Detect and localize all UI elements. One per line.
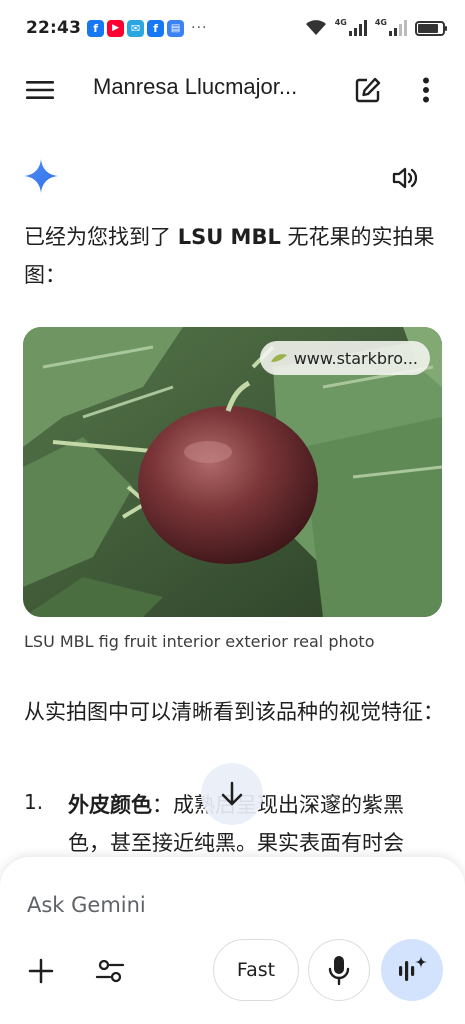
- system-icons: 4G 4G: [305, 17, 447, 36]
- image-source-label: www.starkbro...: [293, 348, 418, 368]
- plus-icon: [28, 958, 54, 984]
- more-vert-icon: [423, 77, 429, 103]
- youtube-icon: ▶: [107, 19, 125, 37]
- wifi-icon: [305, 20, 326, 35]
- app-bar: Manresa Llucmajor...: [0, 58, 465, 120]
- new-chat-button[interactable]: [350, 72, 386, 108]
- facebook-icon: f: [87, 19, 105, 37]
- status-bar: 22:43 f ▶ ✉ f ▤ ··· 4G 4G: [0, 0, 465, 56]
- intro-bold: LSU MBL: [177, 225, 281, 249]
- menu-button[interactable]: [22, 72, 58, 108]
- read-aloud-button[interactable]: [386, 158, 426, 198]
- arrow-down-icon: [221, 781, 243, 806]
- image-caption: LSU MBL fig fruit interior exterior real…: [24, 632, 375, 651]
- more-notifications-icon: ···: [191, 20, 208, 36]
- network-type-label: 4G: [374, 17, 387, 27]
- gemini-live-button[interactable]: [381, 939, 443, 1001]
- intro-text: 已经为您找到了: [24, 225, 171, 249]
- prompt-input-panel: Fast: [0, 857, 465, 1024]
- conversation-title[interactable]: Manresa Llucmajor...: [93, 74, 297, 100]
- live-waveform-icon: [399, 956, 427, 981]
- network-type-label: 4G: [334, 17, 347, 27]
- notification-icons: f ▶ ✉ f ▤ ···: [87, 19, 208, 37]
- clipboard-icon: ▤: [167, 19, 185, 37]
- mail-icon: ✉: [127, 19, 145, 37]
- fig-image-card[interactable]: www.starkbro...: [23, 327, 442, 617]
- speaker-icon: [392, 167, 418, 189]
- model-mode-button[interactable]: Fast: [213, 939, 299, 1001]
- response-intro: 已经为您找到了 LSU MBL 无花果的实拍果图：: [24, 218, 444, 294]
- tune-icon: [95, 959, 125, 983]
- response-paragraph: 从实拍图中可以清晰看到该品种的视觉特征：: [24, 700, 444, 724]
- hamburger-menu-icon: [26, 81, 54, 99]
- tools-button[interactable]: [88, 949, 132, 993]
- battery-level: [418, 23, 439, 33]
- add-attachment-button[interactable]: [19, 949, 63, 993]
- signal-icon: [389, 20, 407, 36]
- edit-icon: [355, 77, 381, 103]
- status-time: 22:43: [26, 18, 82, 38]
- battery-icon: [415, 20, 447, 36]
- facebook-icon: f: [147, 19, 165, 37]
- list-number: 1.: [24, 790, 44, 814]
- voice-input-button[interactable]: [308, 939, 370, 1001]
- signal-icon: [348, 20, 367, 36]
- scroll-to-bottom-button[interactable]: [201, 763, 263, 825]
- more-options-button[interactable]: [408, 72, 444, 108]
- microphone-icon: [328, 956, 350, 985]
- source-favicon-icon: [270, 354, 287, 362]
- prompt-input[interactable]: [27, 889, 327, 921]
- gemini-sparkle-icon: [24, 159, 58, 193]
- list-item-bold: 外皮颜色: [68, 793, 152, 817]
- image-source-chip[interactable]: www.starkbro...: [259, 341, 430, 375]
